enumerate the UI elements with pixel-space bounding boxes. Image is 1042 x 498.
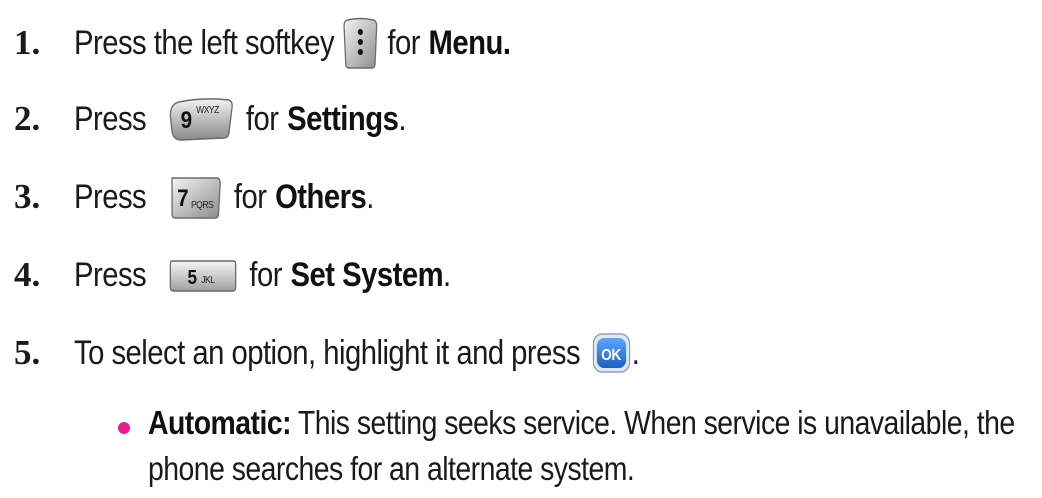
step-end: .	[631, 333, 640, 372]
step-number: 5.	[14, 333, 41, 372]
key-5-jkl-icon: 5 JKL	[169, 255, 238, 295]
step-text: Press the left softkey for Menu.	[74, 16, 511, 70]
svg-text:5: 5	[187, 266, 196, 289]
bullet-icon	[118, 422, 130, 434]
step-text: To select an option, highlight it and pr…	[74, 332, 640, 374]
step-instruction: To select an option, highlight it and pr…	[74, 333, 581, 372]
step-for: for	[233, 177, 267, 216]
step-instruction: Press	[74, 177, 147, 216]
step-end: .	[366, 177, 374, 216]
key-7-pqrs-icon: 7 PQRS	[169, 174, 222, 220]
step-instruction: Press the left softkey	[74, 23, 335, 62]
step-number: 1.	[14, 23, 41, 62]
svg-text:JKL: JKL	[201, 274, 215, 285]
instruction-steps: 1. Press the left softkey for Menu. 2. P…	[0, 0, 1042, 498]
svg-text:7: 7	[177, 185, 188, 212]
step-number: 4.	[14, 255, 41, 294]
ok-key-icon: OK	[592, 332, 632, 374]
step-text: Press 5 JKL for Set System .	[74, 255, 451, 295]
step-target: Settings	[287, 99, 399, 138]
step-target: Menu.	[428, 23, 511, 62]
step-instruction: Press	[74, 255, 147, 294]
svg-text:9: 9	[181, 107, 192, 134]
step-number: 2.	[14, 99, 41, 138]
step-for: for	[249, 255, 282, 294]
svg-text:WXYZ: WXYZ	[196, 104, 220, 115]
step-target: Others	[275, 177, 367, 216]
step-for: for	[387, 23, 420, 62]
step-end: .	[398, 99, 406, 138]
left-softkey-icon	[343, 16, 379, 70]
step-instruction: Press	[74, 99, 147, 138]
step-target: Set System	[290, 255, 444, 294]
step-text: Press 9 WXYZ for Settings .	[74, 96, 406, 142]
step-number: 3.	[14, 177, 41, 216]
bullet-term: Automatic:	[148, 404, 292, 441]
key-9-wxyz-icon: 9 WXYZ	[169, 96, 234, 142]
svg-text:PQRS: PQRS	[191, 199, 214, 210]
step-text: Press 7 PQRS for Others .	[74, 174, 374, 220]
step-end: .	[443, 255, 451, 294]
bullet-text: Automatic: This setting seeks service. W…	[148, 400, 1034, 492]
step-for: for	[245, 99, 279, 138]
svg-text:OK: OK	[602, 346, 622, 364]
